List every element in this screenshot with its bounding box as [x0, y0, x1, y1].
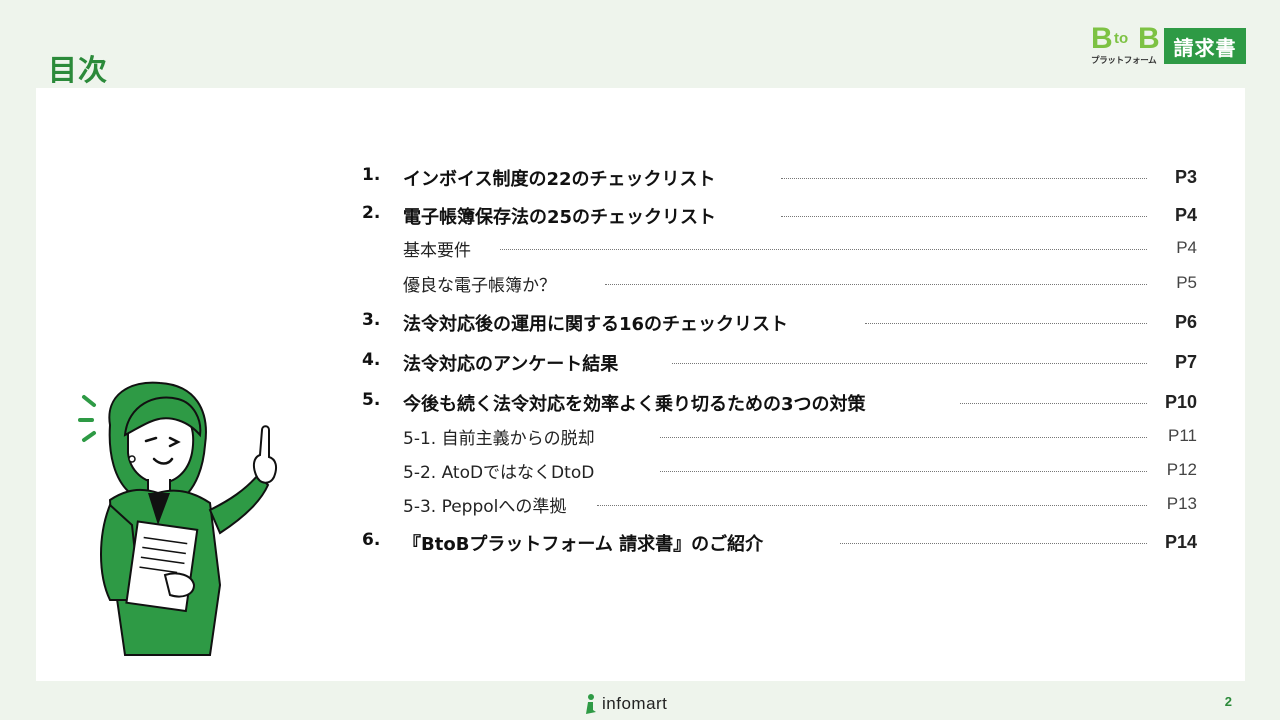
toc-number: 6.	[362, 530, 381, 550]
toc-leader	[840, 543, 1147, 544]
toc-title: 5-3. Peppolへの準拠	[403, 497, 567, 517]
logo-to: to	[1114, 30, 1129, 47]
toc-page: P12	[1166, 460, 1197, 479]
toc-page: P6	[1174, 312, 1197, 332]
logo-badge: 請求書	[1164, 28, 1246, 64]
logo-b-right: B	[1138, 22, 1160, 55]
toc-title: 基本要件	[403, 241, 471, 261]
toc-leader	[660, 471, 1147, 472]
toc-number: 4.	[362, 350, 381, 370]
toc-page: P10	[1164, 392, 1197, 412]
businesswoman-illustration	[78, 381, 278, 656]
toc-title: 5-2. AtoDではなくDtoD	[403, 463, 595, 483]
toc-number: 5.	[362, 390, 381, 410]
infomart-logo: infomart	[582, 692, 667, 716]
toc-title: 優良な電子帳簿か？	[403, 276, 556, 296]
toc-item[interactable]: 3. 法令対応後の運用に関する16のチェックリスト P6	[0, 310, 1280, 336]
toc-page: P13	[1166, 494, 1197, 513]
toc-title: 法令対応のアンケート結果	[403, 354, 619, 375]
toc-leader	[597, 505, 1147, 506]
toc-leader	[781, 216, 1147, 217]
logo-platform-text: プラットフォーム	[1091, 56, 1157, 66]
btob-wordmark: B to B プラットフォーム	[1090, 22, 1160, 66]
logo-b-left: B	[1091, 22, 1113, 55]
toc-leader	[960, 403, 1147, 404]
toc-page: P4	[1176, 238, 1197, 257]
toc-leader	[660, 437, 1147, 438]
page-number: 2	[1224, 694, 1232, 709]
toc-leader	[865, 323, 1147, 324]
toc-item[interactable]: 1. インボイス制度の22のチェックリスト P3	[0, 165, 1280, 191]
toc-item[interactable]: 2. 電子帳簿保存法の25のチェックリスト P4	[0, 203, 1280, 229]
toc-leader	[605, 284, 1147, 285]
toc-leader	[500, 249, 1147, 250]
toc-subitem[interactable]: 優良な電子帳簿か？ P5	[0, 271, 1280, 297]
toc-page: P14	[1164, 532, 1197, 552]
toc-leader	[672, 363, 1147, 364]
toc-title: 『BtoBプラットフォーム 請求書』のご紹介	[403, 534, 764, 555]
toc-item[interactable]: 4. 法令対応のアンケート結果 P7	[0, 350, 1280, 376]
toc-number: 3.	[362, 310, 381, 330]
toc-subitem[interactable]: 基本要件 P4	[0, 236, 1280, 262]
toc-number: 1.	[362, 165, 381, 185]
toc-title: 電子帳簿保存法の25のチェックリスト	[403, 207, 717, 228]
toc-number: 2.	[362, 203, 381, 223]
toc-page: P3	[1174, 167, 1197, 187]
infomart-mark-icon	[586, 694, 596, 714]
toc-title: インボイス制度の22のチェックリスト	[403, 169, 716, 190]
toc-leader	[781, 178, 1147, 179]
page-title: 目次	[48, 53, 109, 87]
toc-title: 法令対応後の運用に関する16のチェックリスト	[403, 314, 789, 335]
btob-platform-logo: B to B プラットフォーム 請求書	[1090, 22, 1246, 66]
toc-page: P5	[1176, 273, 1197, 292]
toc-title: 5-1. 自前主義からの脱却	[403, 429, 595, 449]
toc-page: P11	[1168, 426, 1197, 445]
toc-title: 今後も続く法令対応を効率よく乗り切るための3つの対策	[403, 394, 866, 415]
toc-page: P4	[1174, 205, 1197, 225]
toc-page: P7	[1174, 352, 1197, 372]
infomart-wordmark: infomart	[602, 694, 668, 713]
